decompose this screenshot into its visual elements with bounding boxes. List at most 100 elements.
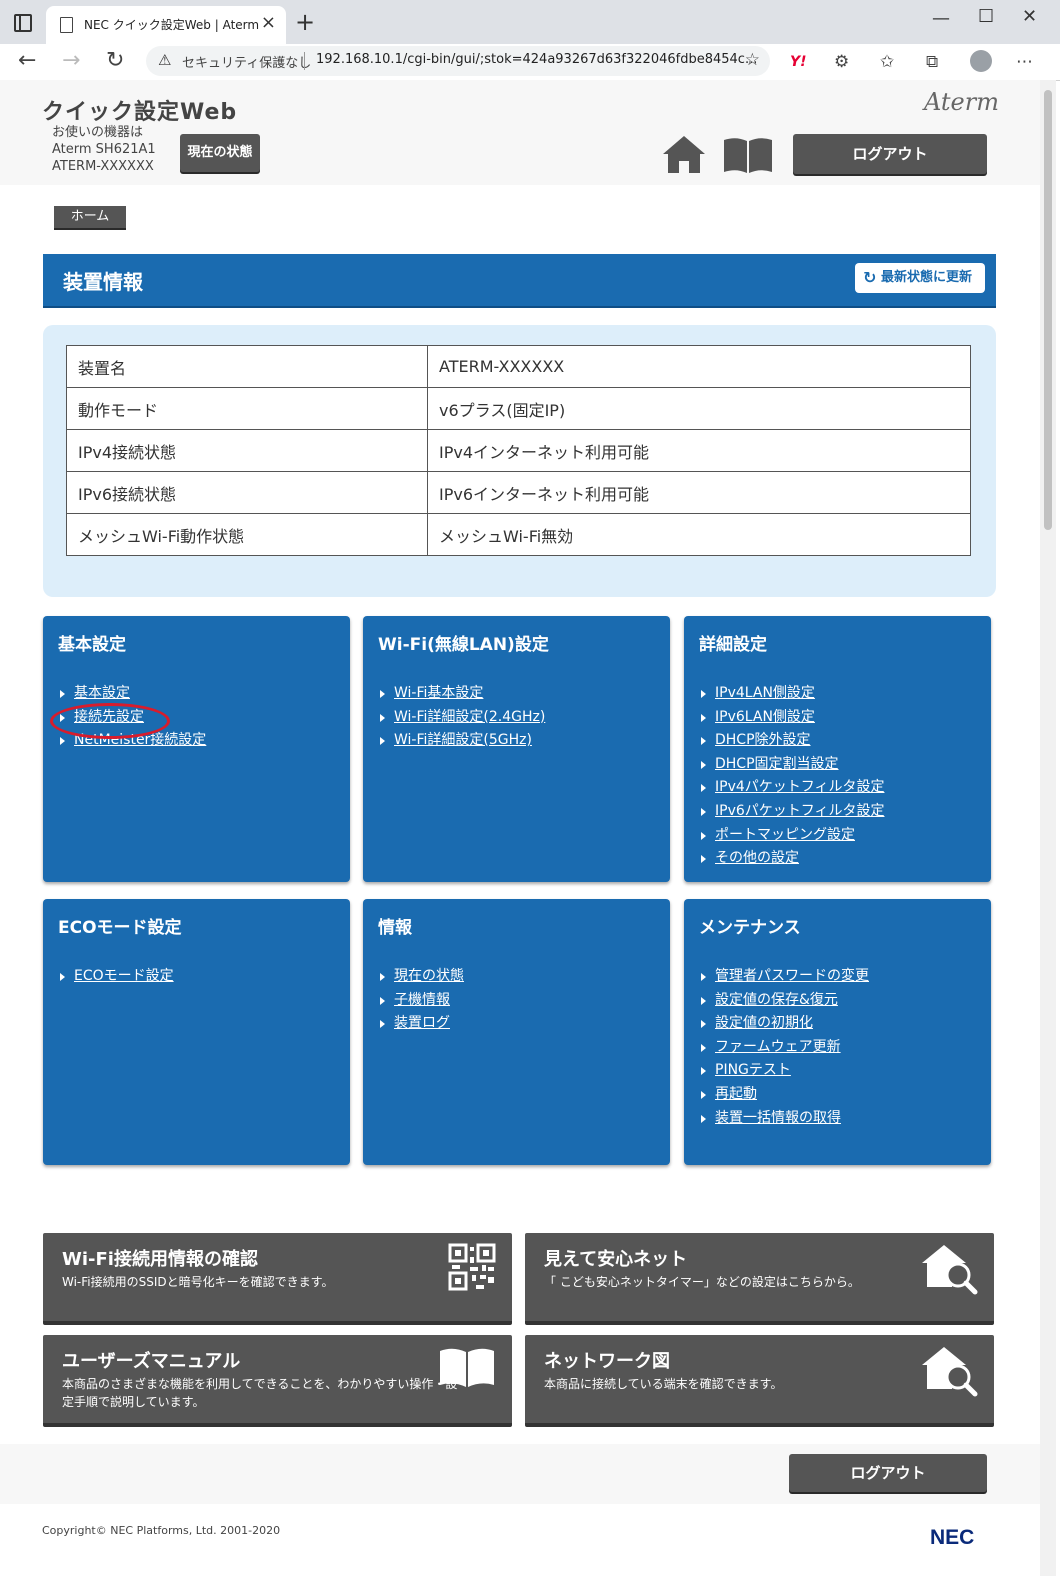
nec-logo: NEC (930, 1526, 975, 1549)
house-search-icon (922, 1347, 978, 1397)
info-value: メッシュWi-Fi無効 (427, 513, 971, 556)
url-separator (304, 52, 305, 70)
menu-link[interactable]: その他の設定 (699, 847, 884, 871)
house-search-icon (922, 1245, 978, 1295)
info-value: v6プラス(固定IP) (427, 387, 971, 430)
site-header: クイック設定Web お使いの機器は Aterm SH621A1 ATERM-XX… (0, 80, 1040, 185)
card-title: Wi-Fi接続用情報の確認 (62, 1249, 258, 1270)
card-title: Wi-Fi(無線LAN)設定 (378, 635, 549, 655)
menu-link[interactable]: Wi-Fi詳細設定(2.4GHz) (378, 706, 545, 730)
warning-icon[interactable]: ⚠ (158, 51, 171, 69)
url-text[interactable]: 192.168.10.1/cgi-bin/gui/;stok=424a93267… (316, 52, 757, 67)
profile-avatar[interactable] (970, 50, 992, 72)
safe-net-card[interactable]: 見えて安心ネット 「 こども安心ネットタイマー」などの設定はこちらから。 (525, 1233, 994, 1325)
info-key: メッシュWi-Fi動作状態 (66, 513, 428, 556)
menu-link[interactable]: 装置一括情報の取得 (699, 1107, 869, 1131)
info-value: ATERM-XXXXXX (427, 345, 971, 388)
new-tab-icon[interactable]: + (295, 8, 315, 36)
table-row: IPv4接続状態 IPv4インターネット利用可能 (66, 429, 971, 472)
menu-link[interactable]: PINGテスト (699, 1059, 869, 1083)
info-key: IPv4接続状態 (66, 429, 428, 472)
info-key: IPv6接続状態 (66, 471, 428, 514)
card-eco-mode: ECOモード設定 ECOモード設定 (43, 899, 350, 1165)
refresh-label: 最新状態に更新 (881, 270, 973, 285)
model-label: お使いの機器は (52, 125, 144, 140)
close-window-icon[interactable]: ✕ (1022, 6, 1037, 27)
forward-icon[interactable]: → (62, 48, 80, 73)
home-icon[interactable] (662, 134, 706, 174)
page-content: クイック設定Web お使いの機器は Aterm SH621A1 ATERM-XX… (0, 80, 1040, 1576)
favorite-add-icon[interactable]: ☆ (745, 50, 760, 70)
minimize-icon[interactable]: — (932, 8, 950, 29)
maximize-icon[interactable]: ☐ (978, 6, 994, 27)
card-title: 基本設定 (58, 635, 126, 655)
card-basic-settings: 基本設定 基本設定 接続先設定 NetMeister接続設定 (43, 616, 350, 882)
card-description: 本商品のさまざまな機能を利用してできることを、わかりやすい操作・設定手順で説明し… (62, 1377, 458, 1409)
menu-link[interactable]: IPv6パケットフィルタ設定 (699, 800, 884, 824)
menu-link[interactable]: ファームウェア更新 (699, 1036, 869, 1060)
menu-link[interactable]: ECOモード設定 (58, 965, 174, 989)
table-row: IPv6接続状態 IPv6インターネット利用可能 (66, 471, 971, 514)
device-info-banner: 装置情報 ↻ 最新状態に更新 (43, 254, 996, 308)
user-manual-card[interactable]: ユーザーズマニュアル 本商品のさまざまな機能を利用してできることを、わかりやすい… (43, 1335, 512, 1427)
url-field[interactable]: ⚠ セキュリティ保護なし 192.168.10.1/cgi-bin/gui/;s… (146, 46, 770, 76)
model-name: Aterm SH621A1 (52, 142, 156, 157)
refresh-button[interactable]: ↻ 最新状態に更新 (855, 263, 985, 293)
menu-dots-icon[interactable]: ⋯ (1016, 52, 1033, 72)
table-row: メッシュWi-Fi動作状態 メッシュWi-Fi無効 (66, 513, 971, 556)
device-name: ATERM-XXXXXX (52, 159, 154, 174)
menu-link[interactable]: 設定値の保存&復元 (699, 989, 869, 1013)
favorites-icon[interactable]: ✩ (880, 52, 894, 72)
logout-button-bottom[interactable]: ログアウト (789, 1454, 987, 1492)
menu-link[interactable]: 現在の状態 (378, 965, 464, 989)
tab-actions-icon[interactable] (14, 14, 32, 32)
menu-link[interactable]: 装置ログ (378, 1012, 464, 1036)
menu-link[interactable]: IPv4パケットフィルタ設定 (699, 776, 884, 800)
aterm-logo: Aterm (924, 88, 999, 116)
card-information: 情報 現在の状態 子機情報 装置ログ (363, 899, 670, 1165)
scrollbar[interactable] (1040, 80, 1056, 1576)
collections-icon[interactable]: ⧉ (926, 52, 938, 72)
address-bar: ← → ↻ ⚠ セキュリティ保護なし 192.168.10.1/cgi-bin/… (0, 44, 1060, 81)
menu-link[interactable]: 子機情報 (378, 989, 464, 1013)
network-map-card[interactable]: ネットワーク図 本商品に接続している端末を確認できます。 (525, 1335, 994, 1427)
extensions-icon[interactable]: ⚙ (834, 52, 849, 72)
menu-link[interactable]: 基本設定 (58, 682, 206, 706)
logout-button[interactable]: ログアウト (793, 134, 987, 174)
close-tab-icon[interactable]: × (261, 12, 276, 33)
menu-link[interactable]: 管理者パスワードの変更 (699, 965, 869, 989)
copyright-text: Copyright© NEC Platforms, Ltd. 2001-2020 (42, 1524, 281, 1537)
open-book-icon (440, 1348, 494, 1387)
card-title: 情報 (378, 918, 412, 938)
scrollbar-thumb[interactable] (1044, 90, 1052, 530)
device-model-info: お使いの機器は Aterm SH621A1 ATERM-XXXXXX (52, 124, 156, 175)
browser-tab[interactable]: NEC クイック設定Web | Aterm × (46, 6, 286, 44)
card-title: メンテナンス (699, 918, 801, 938)
menu-link[interactable]: 設定値の初期化 (699, 1012, 869, 1036)
reload-icon[interactable]: ↻ (106, 48, 124, 73)
back-icon[interactable]: ← (18, 48, 36, 73)
security-label[interactable]: セキュリティ保護なし (182, 52, 311, 71)
current-status-button[interactable]: 現在の状態 (180, 134, 260, 172)
card-description: 「 こども安心ネットタイマー」などの設定はこちらから。 (544, 1275, 860, 1289)
menu-link[interactable]: IPv4LAN側設定 (699, 682, 884, 706)
menu-link[interactable]: DHCP固定割当設定 (699, 753, 884, 777)
wifi-connection-info-card[interactable]: Wi-Fi接続用情報の確認 Wi-Fi接続用のSSIDと暗号化キーを確認できます… (43, 1233, 512, 1325)
menu-link[interactable]: Wi-Fi基本設定 (378, 682, 545, 706)
page-icon (60, 17, 73, 33)
menu-link[interactable]: ポートマッピング設定 (699, 824, 884, 848)
menu-link[interactable]: DHCP除外設定 (699, 729, 884, 753)
menu-link[interactable]: Wi-Fi詳細設定(5GHz) (378, 729, 545, 753)
browser-tab-bar: NEC クイック設定Web | Aterm × + — ☐ ✕ (0, 0, 1060, 44)
menu-link[interactable]: IPv6LAN側設定 (699, 706, 884, 730)
yahoo-extension-icon[interactable]: Y! (790, 54, 807, 70)
card-title: ユーザーズマニュアル (62, 1351, 241, 1372)
info-value: IPv4インターネット利用可能 (427, 429, 971, 472)
breadcrumb-home[interactable]: ホーム (54, 206, 126, 228)
section-title: 装置情報 (63, 270, 143, 294)
refresh-icon: ↻ (863, 268, 877, 287)
menu-link[interactable]: 再起動 (699, 1083, 869, 1107)
card-wifi-settings: Wi-Fi(無線LAN)設定 Wi-Fi基本設定 Wi-Fi詳細設定(2.4GH… (363, 616, 670, 882)
manual-book-icon[interactable] (722, 136, 774, 174)
card-title: ECOモード設定 (58, 918, 182, 938)
